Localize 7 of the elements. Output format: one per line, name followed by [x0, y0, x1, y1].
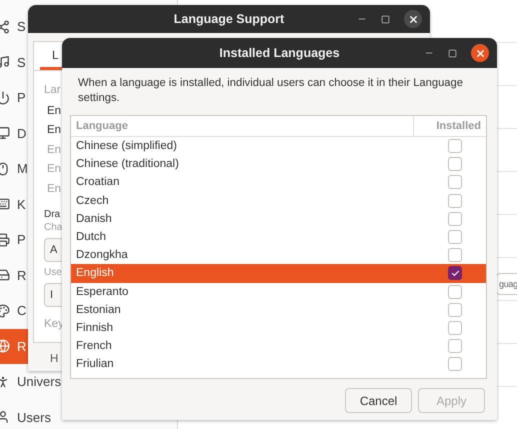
description-text: When a language is installed, individual users can choose it in their Language settings.	[77, 76, 464, 106]
dialog-title: Installed Languages	[62, 38, 497, 68]
option-label: Dra	[44, 208, 60, 220]
hint-text: Use	[44, 266, 62, 278]
hint-text: Cha	[44, 220, 62, 234]
window-title: Language Support	[28, 5, 430, 33]
section-heading: Lar	[44, 83, 61, 98]
